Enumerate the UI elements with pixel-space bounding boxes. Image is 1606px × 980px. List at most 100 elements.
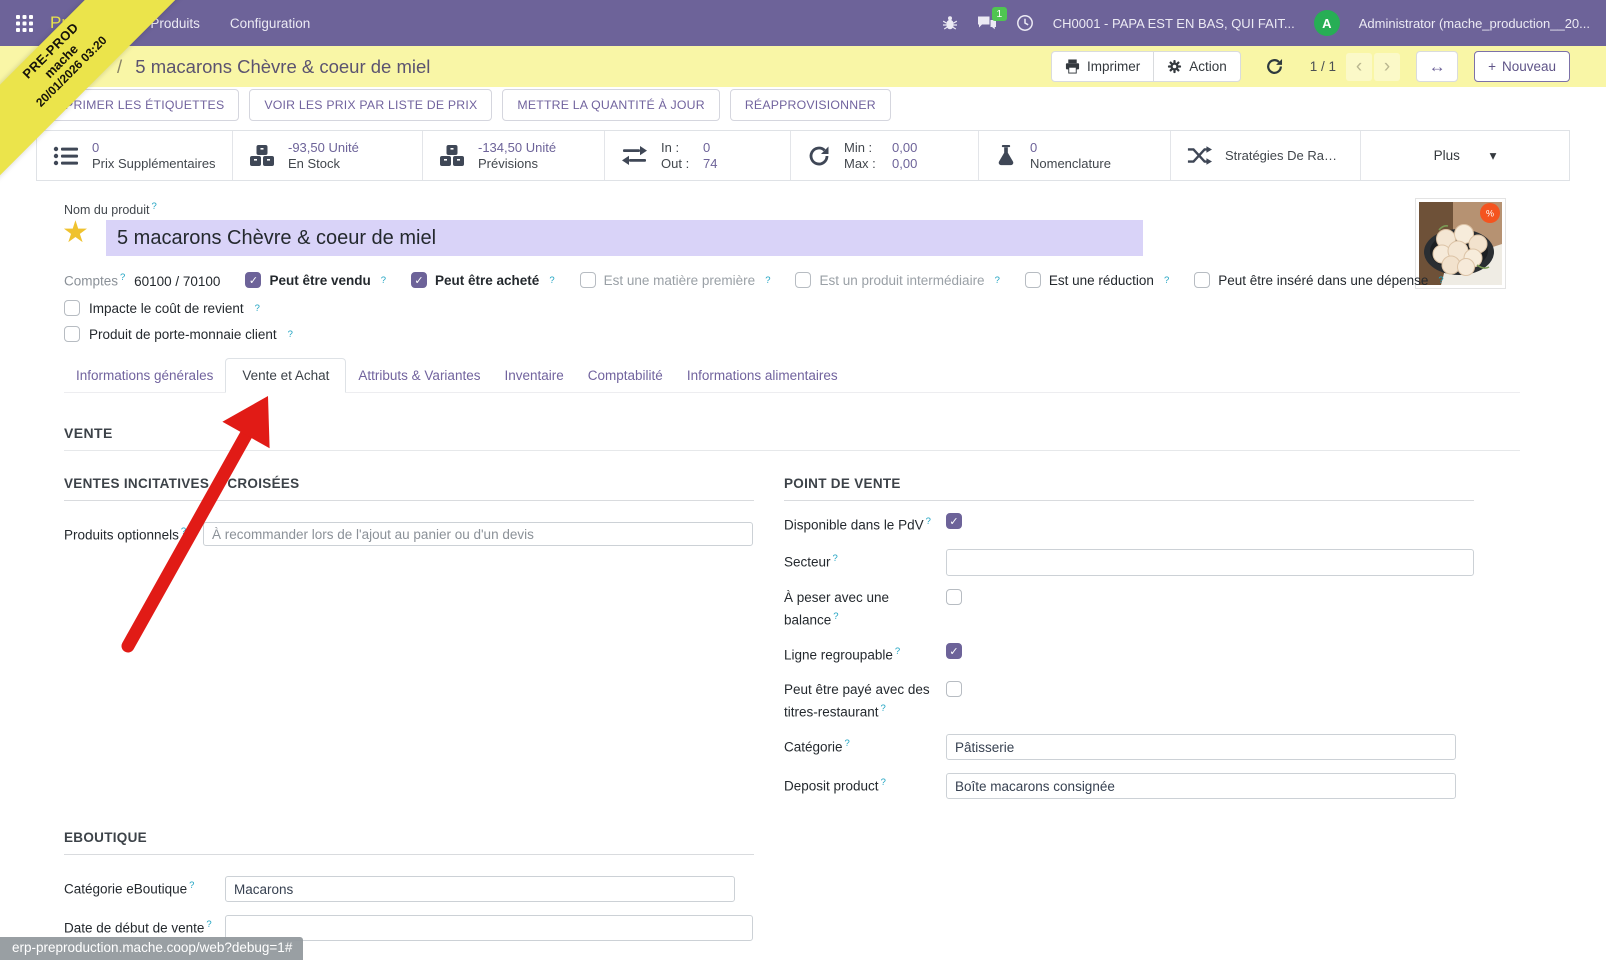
available-in-pos-checkbox[interactable] xyxy=(946,513,962,529)
activities-clock-icon[interactable] xyxy=(1016,14,1034,32)
flag-sellable: Peut être vendu? xyxy=(245,272,386,288)
top-navbar: Produits Produits Configuration 1 CH0001… xyxy=(0,0,1606,46)
deposit-product-input[interactable] xyxy=(946,773,1456,799)
sector-label: Secteur? xyxy=(784,549,934,572)
cost-impact-checkbox[interactable] xyxy=(64,300,80,316)
to-weigh-checkbox[interactable] xyxy=(946,589,962,605)
object-action-buttons: IMPRIMER LES ÉTIQUETTES VOIR LES PRIX PA… xyxy=(36,89,891,121)
apps-menu-icon[interactable] xyxy=(0,0,48,46)
optional-products-label: Produits optionnels? xyxy=(64,522,191,545)
debug-bug-icon[interactable] xyxy=(942,15,958,31)
user-avatar[interactable]: A xyxy=(1314,10,1340,36)
link-status-tooltip: erp-preproduction.mache.coop/web?debug=1… xyxy=(0,937,303,960)
to-weigh-label: À peser avec une balance? xyxy=(784,588,934,630)
meal-voucher-label: Peut être payé avec des titres-restauran… xyxy=(784,680,934,722)
tab-inventaire[interactable]: Inventaire xyxy=(492,359,575,392)
breadcrumb-current: 5 macarons Chèvre & coeur de miel xyxy=(135,56,430,77)
flag-customer-wallet: Produit de porte-monnaie client? xyxy=(64,326,293,342)
product-name-input[interactable] xyxy=(106,220,1143,256)
favorite-star-icon[interactable]: ★ xyxy=(62,216,89,250)
groupable-label: Ligne regroupable? xyxy=(784,642,934,665)
pos-available-row: Disponible dans le PdV? xyxy=(784,512,962,535)
cubes-icon xyxy=(439,144,465,168)
stat-forecast[interactable]: -134,50 UnitéPrévisions xyxy=(423,131,605,180)
pos-meal-voucher-row: Peut être payé avec des titres-restauran… xyxy=(784,680,962,722)
product-flags-row: Comptes? 60100 / 70100 Peut être vendu? … xyxy=(64,272,1444,289)
cubes-icon xyxy=(249,144,275,168)
meal-voucher-checkbox[interactable] xyxy=(946,681,962,697)
flag-intermediate: Est un produit intermédiaire? xyxy=(795,272,999,288)
gear-icon xyxy=(1167,59,1182,74)
flag-discount: Est une réduction? xyxy=(1025,272,1169,288)
sector-input[interactable] xyxy=(946,549,1474,576)
section-vente-title: VENTE xyxy=(64,425,113,441)
customer-wallet-checkbox[interactable] xyxy=(64,326,80,342)
shuffle-icon xyxy=(1187,145,1212,166)
eshop-group: EBOUTIQUE Catégorie eBoutique? Date de d… xyxy=(64,830,754,941)
groupable-checkbox[interactable] xyxy=(946,643,962,659)
user-menu[interactable]: Administrator (mache_production__20... xyxy=(1359,16,1590,31)
pager-value: 1 / 1 xyxy=(1310,59,1336,74)
help-marker: ? xyxy=(151,201,156,212)
available-in-pos-label: Disponible dans le PdV? xyxy=(784,512,934,535)
new-record-button[interactable]: + Nouveau xyxy=(1474,51,1570,82)
stat-removal-strategies[interactable]: Stratégies De Ra… xyxy=(1171,131,1361,180)
stat-on-hand[interactable]: -93,50 UnitéEn Stock xyxy=(233,131,423,180)
breadcrumb-bar: Produits / 5 macarons Chèvre & coeur de … xyxy=(0,46,1606,87)
sellable-checkbox[interactable] xyxy=(245,272,261,288)
pos-groupable-row: Ligne regroupable? xyxy=(784,642,962,665)
discount-checkbox[interactable] xyxy=(1025,272,1041,288)
eshop-heading: EBOUTIQUE xyxy=(64,830,754,855)
tab-informations-generales[interactable]: Informations générales xyxy=(64,359,225,392)
pos-category-label: Catégorie? xyxy=(784,734,934,757)
pager-prev-icon[interactable]: ‹ xyxy=(1346,53,1372,81)
caret-down-icon: ▾ xyxy=(1490,148,1497,164)
product-name-label: Nom du produit? xyxy=(64,201,157,217)
stat-bom[interactable]: 0Nomenclature xyxy=(979,131,1171,180)
accounts-value: 60100 / 70100 xyxy=(134,274,220,289)
navbar-systray: 1 CH0001 - PAPA EST EN BAS, QUI FAIT... … xyxy=(942,10,1606,36)
tab-comptabilite[interactable]: Comptabilité xyxy=(576,359,675,392)
expense-checkbox[interactable] xyxy=(1194,272,1210,288)
exchange-arrows-icon xyxy=(621,145,648,166)
stat-in-out[interactable]: In :0 Out :74 xyxy=(605,131,791,180)
pos-category-input[interactable] xyxy=(946,734,1456,760)
price-lists-button[interactable]: VOIR LES PRIX PAR LISTE DE PRIX xyxy=(249,89,492,121)
tab-informations-alimentaires[interactable]: Informations alimentaires xyxy=(675,359,850,392)
refresh-icon xyxy=(807,144,831,168)
upsell-group: VENTES INCITATIVES & CROISÉES Produits o… xyxy=(64,476,754,546)
printer-icon xyxy=(1065,59,1080,74)
stat-extra-prices[interactable]: 0Prix Supplémentaires xyxy=(37,131,233,180)
eshop-category-input[interactable] xyxy=(225,876,735,902)
notebook-tabs: Informations générales Vente et Achat At… xyxy=(64,358,1520,393)
raw-material-checkbox[interactable] xyxy=(580,272,596,288)
purchasable-checkbox[interactable] xyxy=(411,272,427,288)
eshop-category-label: Catégorie eBoutique? xyxy=(64,876,213,899)
replenish-button[interactable]: RÉAPPROVISIONNER xyxy=(730,89,891,121)
pager-next-icon[interactable]: › xyxy=(1374,53,1400,81)
svg-text:%: % xyxy=(1486,209,1494,219)
print-button[interactable]: Imprimer xyxy=(1051,51,1154,82)
update-quantity-button[interactable]: METTRE LA QUANTITÉ À JOUR xyxy=(502,89,719,121)
pos-group: POINT DE VENTE Disponible dans le PdV? S… xyxy=(784,476,1474,501)
stat-buttons-row: 0Prix Supplémentaires -93,50 UnitéEn Sto… xyxy=(36,130,1570,181)
menu-configuration[interactable]: Configuration xyxy=(218,10,322,37)
expand-toggle-icon[interactable]: ↔ xyxy=(1416,51,1458,82)
pos-deposit-row: Deposit product? xyxy=(784,773,1456,799)
refresh-icon[interactable] xyxy=(1265,57,1284,76)
flag-cost-impact: Impacte le coût de revient? xyxy=(64,300,260,316)
stat-more-dropdown[interactable]: Plus ▾ xyxy=(1361,131,1569,180)
intermediate-checkbox[interactable] xyxy=(795,272,811,288)
tab-vente-et-achat[interactable]: Vente et Achat xyxy=(225,358,346,393)
action-button[interactable]: Action xyxy=(1153,51,1241,82)
tab-attributs-variantes[interactable]: Attributs & Variantes xyxy=(346,359,492,392)
accounts-field: Comptes? 60100 / 70100 xyxy=(64,272,220,289)
optional-products-input[interactable] xyxy=(203,522,753,546)
stat-min-max[interactable]: Min :0,00 Max :0,00 xyxy=(791,131,979,180)
sale-start-date-input[interactable] xyxy=(225,915,753,941)
plus-icon: + xyxy=(1488,59,1496,74)
pos-category-row: Catégorie? xyxy=(784,734,1456,760)
company-selector[interactable]: CH0001 - PAPA EST EN BAS, QUI FAIT... xyxy=(1053,16,1295,31)
upsell-heading: VENTES INCITATIVES & CROISÉES xyxy=(64,476,754,501)
messages-icon[interactable]: 1 xyxy=(977,15,997,32)
